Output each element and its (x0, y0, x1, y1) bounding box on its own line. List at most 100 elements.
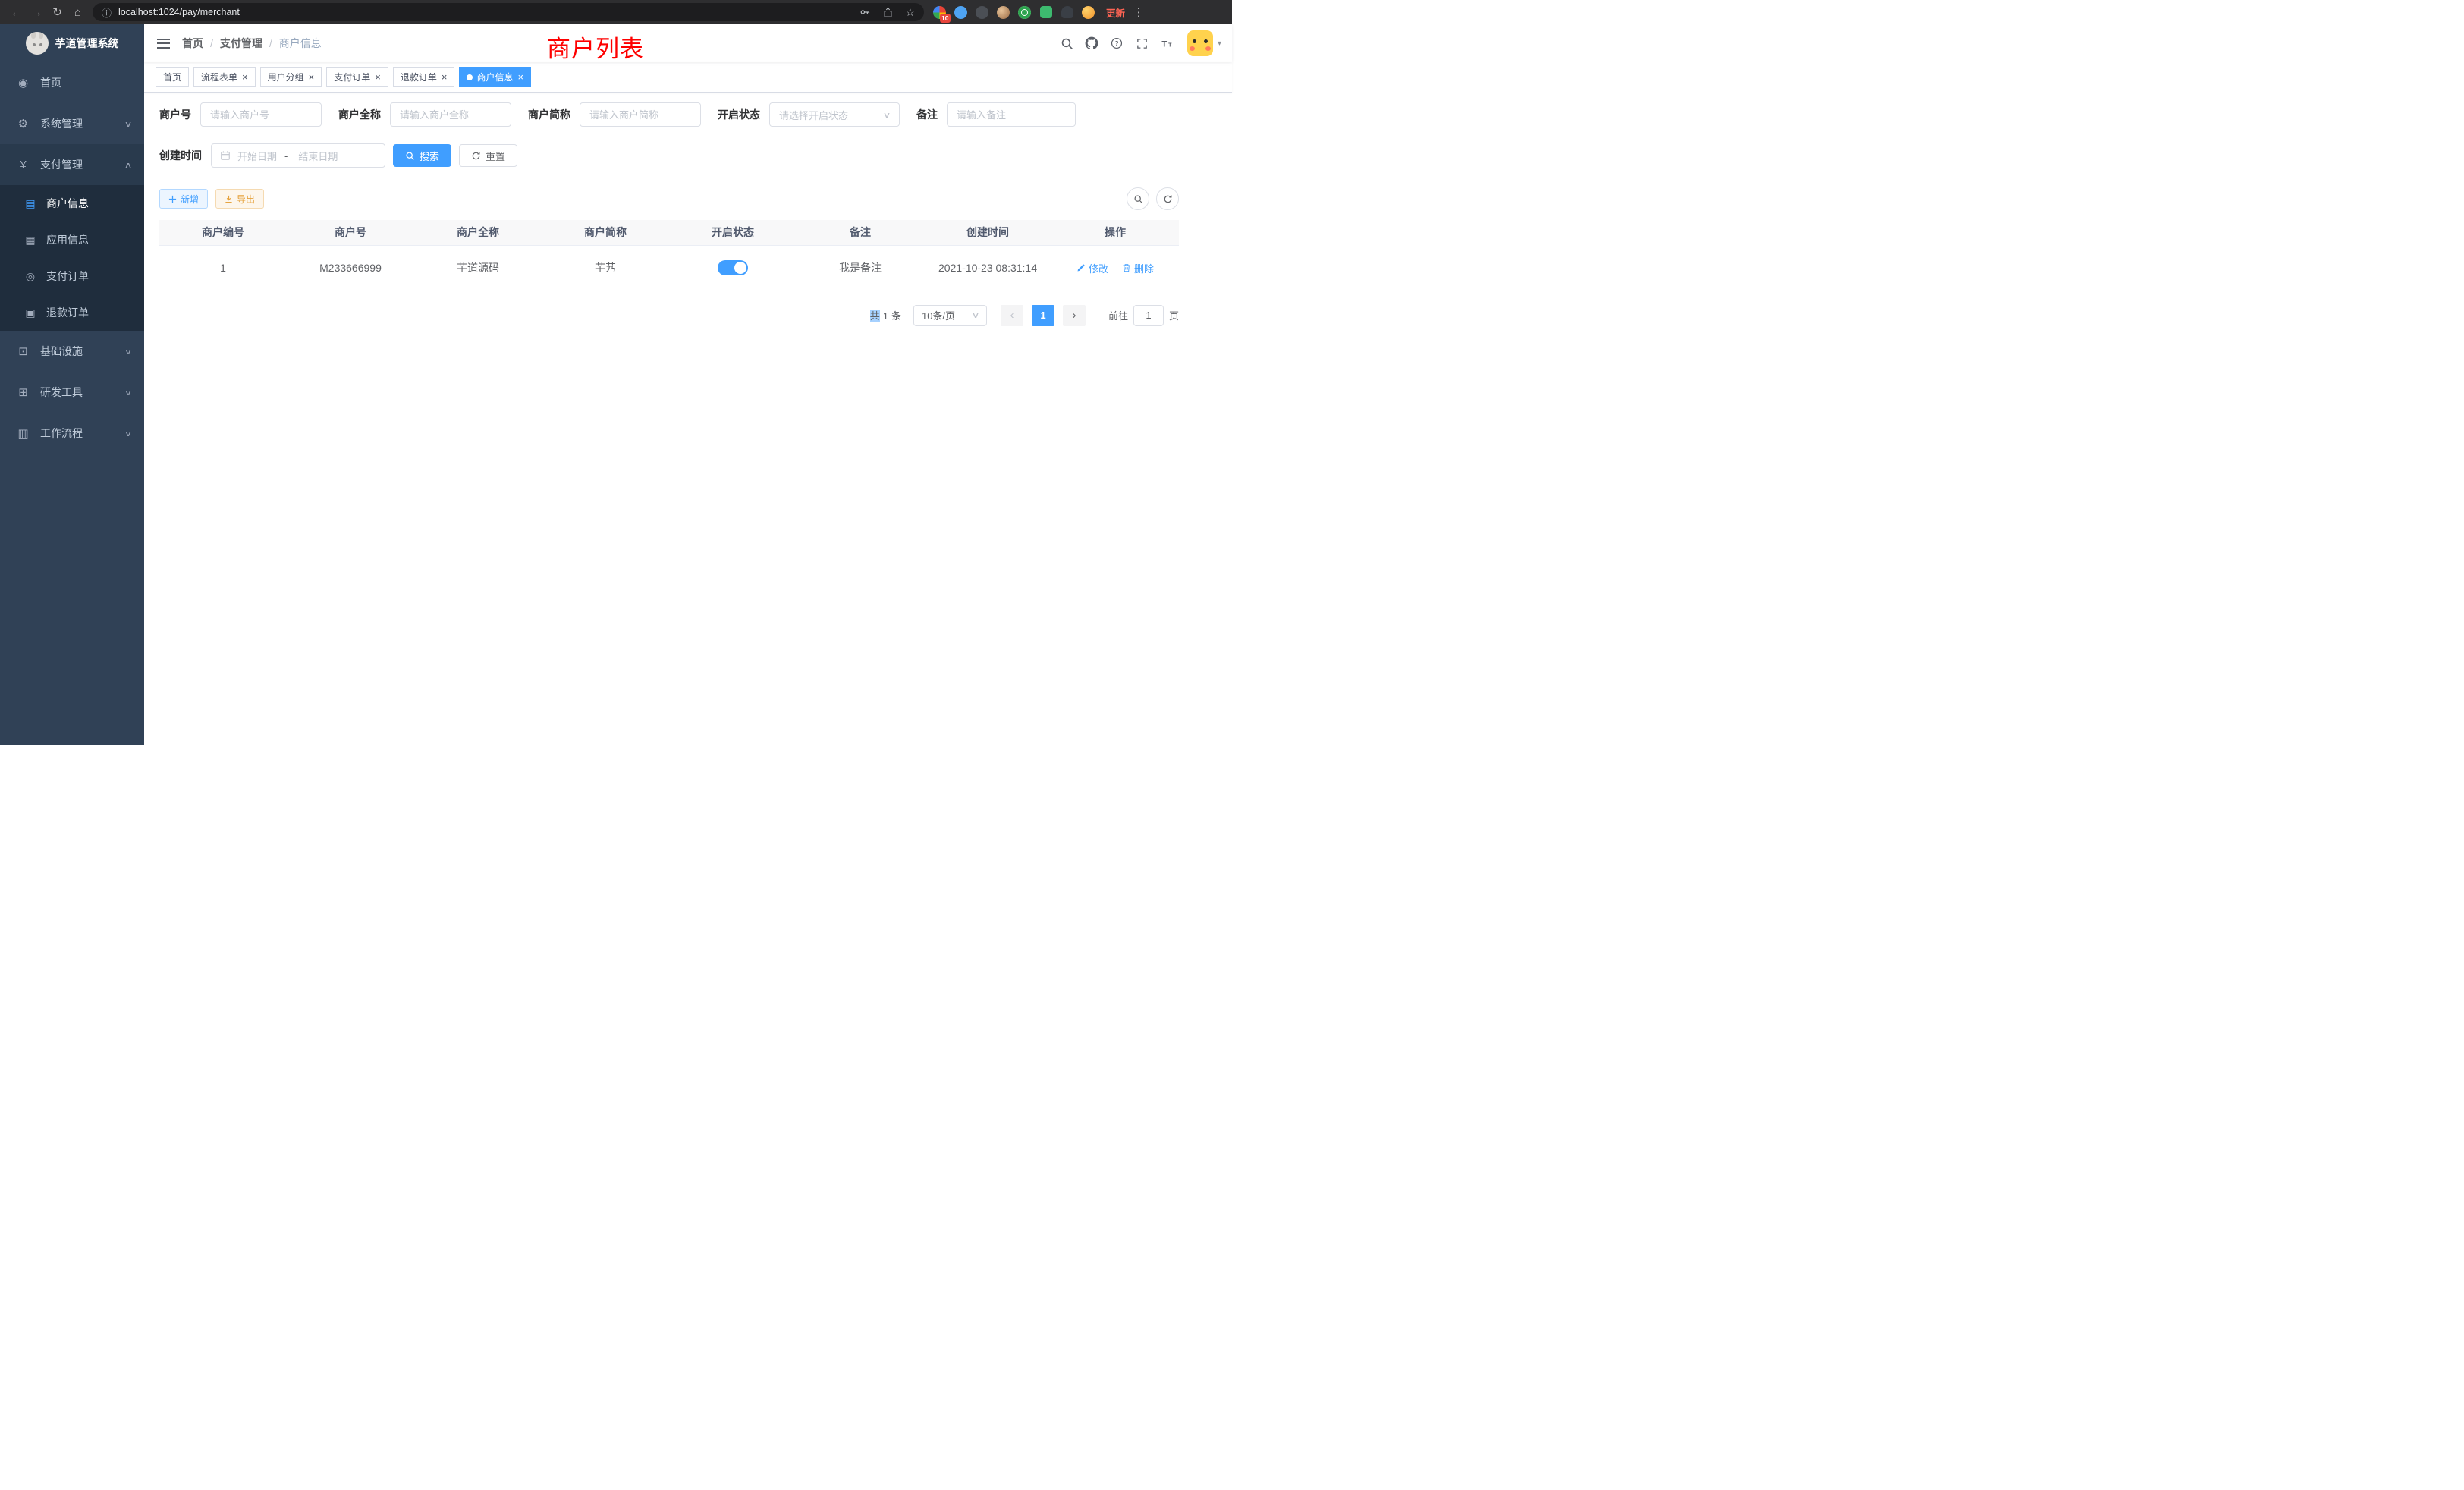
tab-close-icon[interactable]: × (309, 72, 315, 82)
share-icon[interactable] (882, 7, 894, 18)
tab-pay-order[interactable]: 支付订单 × (326, 67, 388, 87)
annotation-text: 商户列表 (547, 30, 644, 64)
tab-label: 流程表单 (201, 71, 237, 83)
browser-forward-button[interactable]: → (27, 2, 47, 23)
extension-icon[interactable] (1078, 2, 1098, 23)
goto-page-input[interactable] (1133, 305, 1164, 326)
address-bar[interactable]: ⓘ localhost:1024/pay/merchant ☆ (93, 3, 924, 21)
tab-flow-form[interactable]: 流程表单 × (193, 67, 256, 87)
key-icon[interactable] (859, 6, 871, 18)
filter-form-row-1: 商户号 商户全称 商户简称 开启状态 请选择开启状态 (159, 102, 1179, 127)
monitor-icon: ⊡ (16, 344, 30, 358)
date-range-picker[interactable]: 开始日期 - 结束日期 (211, 143, 385, 168)
refund-doc-icon: ▣ (24, 306, 37, 319)
sidebar-item-merchant-info[interactable]: ▤ 商户信息 (0, 185, 144, 222)
delete-button[interactable]: 删除 (1122, 261, 1154, 275)
tab-refund-order[interactable]: 退款订单 × (393, 67, 455, 87)
status-select[interactable]: 请选择开启状态 ∨ (769, 102, 900, 127)
remark-input[interactable] (947, 102, 1076, 127)
gear-icon: ⚙ (16, 117, 30, 130)
github-icon[interactable] (1080, 24, 1105, 62)
edit-button[interactable]: 修改 (1076, 261, 1108, 275)
top-navbar: 首页 / 支付管理 / 商户信息 商户列表 ? (144, 24, 1232, 62)
sidebar-item-workflow[interactable]: ▥ 工作流程 ∨ (0, 413, 144, 454)
sidebar-item-pay-order[interactable]: ◎ 支付订单 (0, 258, 144, 294)
dashboard-icon: ◉ (16, 76, 30, 90)
tab-merchant-info[interactable]: 商户信息 × (459, 67, 531, 87)
font-size-icon[interactable]: TT (1155, 24, 1180, 62)
tab-home[interactable]: 首页 (156, 67, 189, 87)
reset-button-label: 重置 (486, 149, 505, 163)
toggle-search-button[interactable] (1127, 187, 1149, 210)
prev-page-button[interactable]: ‹ (1001, 305, 1023, 326)
column-header: 备注 (797, 220, 924, 245)
tab-close-icon[interactable]: × (375, 72, 381, 82)
svg-text:T: T (1168, 42, 1172, 48)
short-name-label: 商户简称 (528, 107, 580, 122)
status-toggle[interactable] (718, 260, 748, 275)
date-start-placeholder[interactable]: 开始日期 (237, 149, 277, 163)
breadcrumb-item[interactable]: 首页 (182, 36, 203, 51)
reset-button[interactable]: 重置 (459, 144, 517, 167)
add-button[interactable]: 新增 (159, 189, 208, 209)
cell-remark: 我是备注 (797, 245, 924, 291)
url-text: localhost:1024/pay/merchant (118, 7, 859, 17)
sidebar-group-payment[interactable]: ¥ 支付管理 ∧ (0, 144, 144, 185)
sidebar-item-refund-order[interactable]: ▣ 退款订单 (0, 294, 144, 331)
user-avatar[interactable]: ▾ (1187, 30, 1221, 56)
column-header: 商户号 (287, 220, 414, 245)
next-page-button[interactable]: › (1063, 305, 1086, 326)
create-time-label: 创建时间 (159, 148, 211, 163)
tab-user-group[interactable]: 用户分组 × (260, 67, 322, 87)
browser-update-button[interactable]: 更新 (1106, 5, 1125, 20)
search-icon[interactable] (1054, 24, 1080, 62)
tab-close-icon[interactable]: × (442, 72, 448, 82)
tab-close-icon[interactable]: × (242, 72, 248, 82)
sidebar-item-system[interactable]: ⚙ 系统管理 ∨ (0, 103, 144, 144)
browser-back-button[interactable]: ← (6, 2, 27, 23)
sidebar-item-devtools[interactable]: ⊞ 研发工具 ∨ (0, 372, 144, 413)
fullscreen-icon[interactable] (1130, 24, 1155, 62)
chevron-down-icon: ∨ (883, 110, 891, 119)
goto-label: 前往 (1108, 308, 1128, 322)
page-size-select[interactable]: 10条/页 ∨ (913, 305, 987, 326)
sidebar-item-label: 基础设施 (40, 344, 83, 359)
cell-full-name: 芋道源码 (414, 245, 542, 291)
search-button[interactable]: 搜索 (393, 144, 451, 167)
browser-home-button[interactable]: ⌂ (68, 2, 88, 23)
app-title: 芋道管理系统 (55, 36, 119, 51)
info-icon[interactable]: ⓘ (102, 5, 112, 20)
extension-icon[interactable] (972, 2, 992, 23)
browser-reload-button[interactable]: ↻ (47, 2, 68, 23)
tabs-bar: 首页 流程表单 × 用户分组 × 支付订单 × 退款订单 × 商户信息 × (144, 62, 1232, 93)
remark-label: 备注 (916, 107, 947, 122)
extension-icon[interactable]: 10 (929, 2, 950, 23)
extension-icon[interactable] (993, 2, 1014, 23)
date-end-placeholder[interactable]: 结束日期 (298, 149, 338, 163)
breadcrumb-item[interactable]: 支付管理 (220, 36, 262, 51)
page-number-button[interactable]: 1 (1032, 305, 1054, 326)
short-name-input[interactable] (580, 102, 701, 127)
hamburger-icon (157, 39, 170, 49)
app-logo[interactable]: 芋道管理系统 (0, 24, 144, 62)
bookmark-star-icon[interactable]: ☆ (905, 6, 915, 19)
sidebar-item-label: 系统管理 (40, 116, 83, 131)
merchant-no-input[interactable] (200, 102, 322, 127)
help-icon[interactable]: ? (1105, 24, 1130, 62)
extension-icon[interactable] (951, 2, 971, 23)
browser-menu-icon[interactable]: ⋮ (1132, 5, 1146, 19)
sidebar-item-infrastructure[interactable]: ⊡ 基础设施 ∨ (0, 331, 144, 372)
sidebar-item-app-info[interactable]: ▦ 应用信息 (0, 222, 144, 258)
extension-icon[interactable] (1036, 2, 1056, 23)
refresh-button[interactable] (1156, 187, 1179, 210)
export-button[interactable]: 导出 (215, 189, 264, 209)
extension-icon[interactable] (1014, 2, 1035, 23)
hamburger-menu-button[interactable] (144, 24, 182, 62)
extension-icon[interactable] (1057, 2, 1077, 23)
tab-label: 首页 (163, 71, 181, 83)
sidebar-item-home[interactable]: ◉ 首页 (0, 62, 144, 103)
sidebar: 芋道管理系统 ◉ 首页 ⚙ 系统管理 ∨ ¥ 支付管理 ∧ ▤ 商户信息 ▦ (0, 24, 144, 745)
full-name-label: 商户全称 (338, 107, 390, 122)
tab-close-icon[interactable]: × (517, 72, 523, 82)
full-name-input[interactable] (390, 102, 511, 127)
